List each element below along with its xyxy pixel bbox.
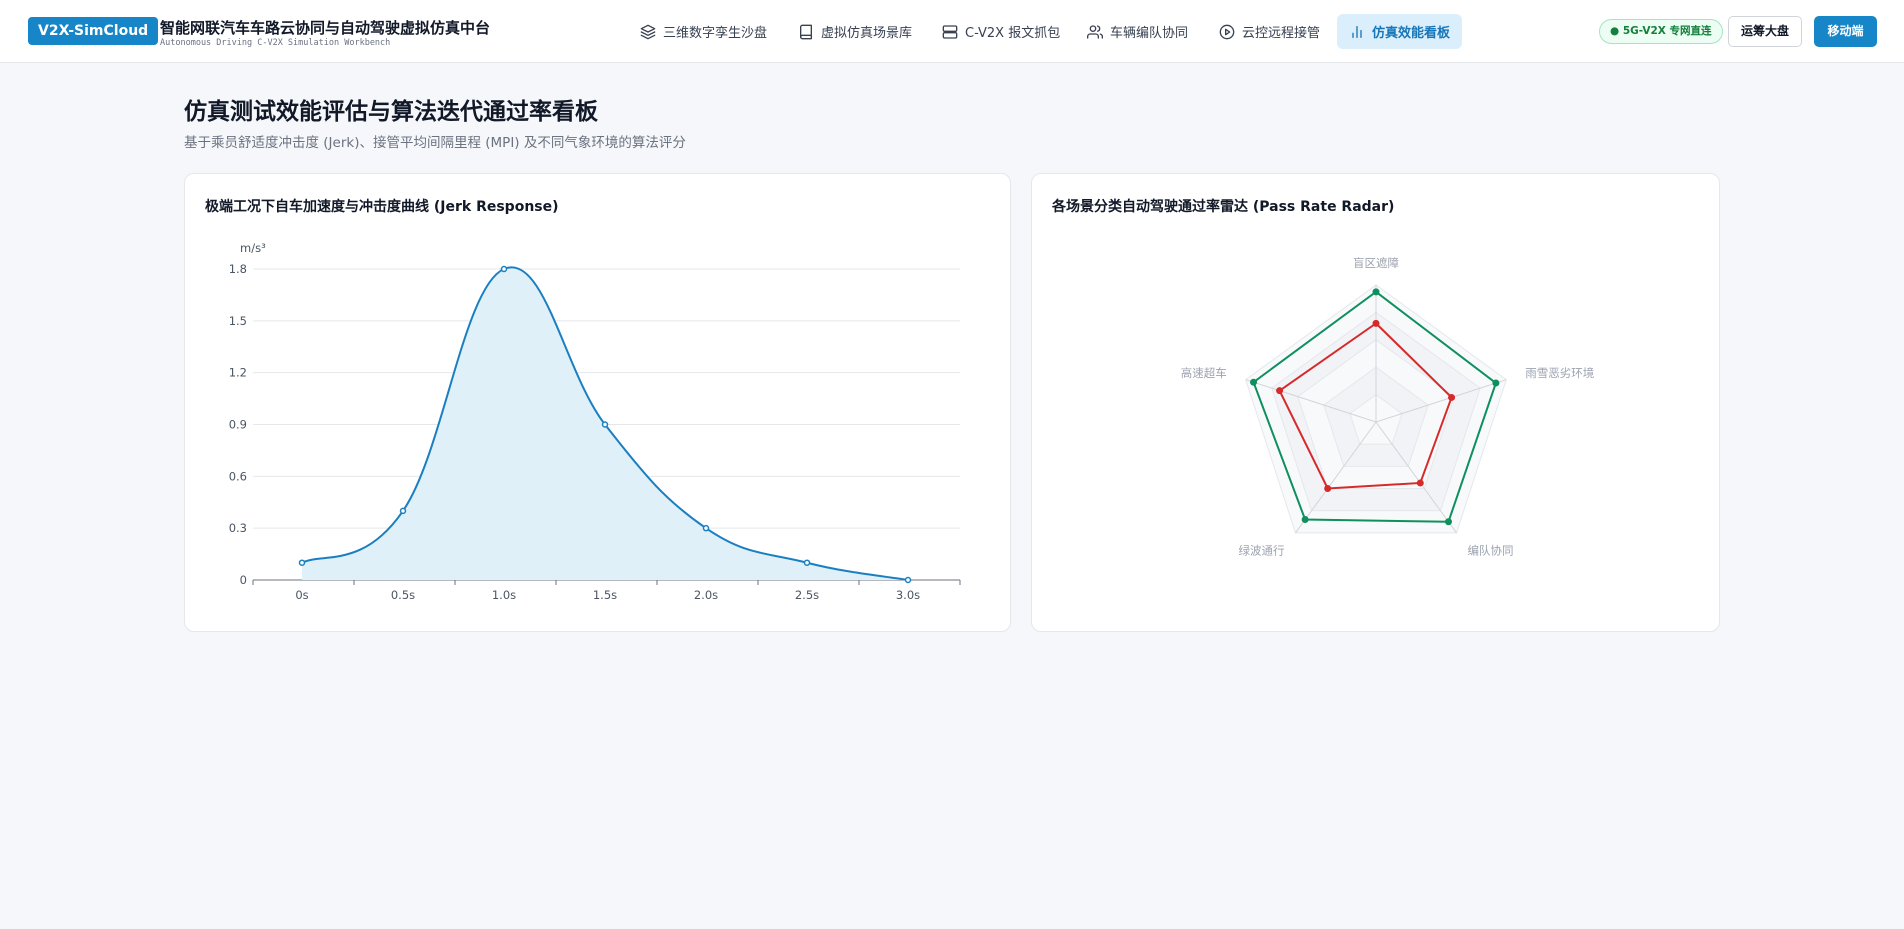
y-tick-label: 1.2 xyxy=(229,366,247,380)
radar-data-point xyxy=(1448,393,1456,401)
radar-data-point xyxy=(1444,518,1452,526)
radar-axis-label: 雨雪恶劣环境 xyxy=(1525,366,1594,380)
network-status-badge: ● 5G-V2X 专网直连 xyxy=(1599,19,1723,44)
nav-label: 三维数字孪生沙盘 xyxy=(663,26,768,41)
nav-label: 仿真效能看板 xyxy=(1372,26,1451,41)
x-tick-label: 0s xyxy=(295,588,308,602)
play-circle-icon xyxy=(1219,24,1235,39)
app-subtitle: Autonomous Driving C-V2X Simulation Work… xyxy=(160,38,391,48)
radar-axis-label: 绿波通行 xyxy=(1239,544,1285,558)
radar-chart-card: 各场景分类自动驾驶通过率雷达 (Pass Rate Radar) 盲区遮障 雨雪恶… xyxy=(1031,173,1720,632)
radar-data-point xyxy=(1492,379,1500,387)
top-navigation-bar: V2X-SimCloud 智能网联汽车车路云协同与自动驾驶虚拟仿真中台 Auto… xyxy=(0,0,1904,63)
radar-data-point xyxy=(1324,485,1332,493)
x-tick-label: 1.5s xyxy=(593,588,617,602)
x-tick-label: 0.5s xyxy=(391,588,415,602)
data-point xyxy=(399,507,407,515)
data-point xyxy=(803,559,811,566)
users-icon xyxy=(1087,24,1103,39)
page-title: 仿真测试效能评估与算法迭代通过率看板 xyxy=(184,99,598,125)
jerk-response-chart: 0 0.3 0.6 0.9 1.2 1.5 1.8 m/s³ 0s 0.5s 1.0s 1.5s 2.0… xyxy=(229,241,961,602)
y-tick-label: 0.3 xyxy=(229,521,247,535)
radar-data-point xyxy=(1250,378,1258,386)
y-tick-label: 0.9 xyxy=(229,418,247,432)
mobile-button[interactable]: 移动端 xyxy=(1814,16,1877,47)
radar-data-point xyxy=(1301,516,1309,524)
app-logo[interactable]: V2X-SimCloud xyxy=(28,17,159,45)
x-tick-label: 2.0s xyxy=(694,588,718,602)
y-tick-label: 1.8 xyxy=(229,262,247,276)
radar-axis-label: 盲区遮障 xyxy=(1353,256,1399,270)
x-tick-label: 3.0s xyxy=(896,588,920,602)
y-axis-unit: m/s³ xyxy=(240,241,266,255)
nav-label: 车辆编队协同 xyxy=(1110,26,1189,41)
nav-item-digital-twin[interactable]: 三维数字孪生沙盘 xyxy=(628,14,779,49)
layers-icon xyxy=(640,24,656,39)
nav-item-scenario-library[interactable]: 虚拟仿真场景库 xyxy=(786,14,924,49)
book-icon xyxy=(800,24,812,39)
y-tick-label: 0 xyxy=(240,573,247,587)
radar-data-point xyxy=(1372,288,1380,296)
data-point xyxy=(500,265,508,273)
nav-label: C-V2X 报文抓包 xyxy=(965,26,1061,41)
y-tick-label: 0.6 xyxy=(229,469,247,483)
data-point xyxy=(904,576,912,584)
pass-rate-radar-chart: 盲区遮障雨雪恶劣环境编队协同 绿波通行 高速超车 xyxy=(1181,256,1594,558)
nav-item-efficiency-dashboard[interactable]: 仿真效能看板 xyxy=(1337,14,1463,49)
server-icon xyxy=(942,24,958,39)
x-tick-label: 2.5s xyxy=(795,588,819,602)
nav-item-remote-takeover[interactable]: 云控远程接管 xyxy=(1207,14,1332,49)
jerk-chart-card: 极端工况下自车加速度与冲击度曲线 (Jerk Response) 0 0.3 0.6… xyxy=(184,173,1011,632)
radar-axis-label: 编队协同 xyxy=(1467,544,1513,558)
page-description: 基于乘员舒适度冲击度 (Jerk)、接管平均间隔里程 (MPI) 及不同气象环境… xyxy=(184,135,686,151)
radar-data-point xyxy=(1372,319,1380,327)
data-point xyxy=(702,524,710,532)
nav-label: 虚拟仿真场景库 xyxy=(821,26,913,41)
nav-item-packet-capture[interactable]: C-V2X 报文抓包 xyxy=(930,14,1072,49)
nav-label: 云控远程接管 xyxy=(1242,26,1321,41)
x-tick-label: 1.0s xyxy=(492,588,516,602)
bar-chart-icon xyxy=(1352,25,1362,38)
app-title: 智能网联汽车车路云协同与自动驾驶虚拟仿真中台 xyxy=(160,19,491,37)
data-point xyxy=(298,559,306,566)
y-tick-label: 1.5 xyxy=(229,314,247,328)
ops-dashboard-button[interactable]: 运筹大盘 xyxy=(1728,16,1802,47)
radar-axis-label: 高速超车 xyxy=(1181,366,1227,380)
nav-item-platooning[interactable]: 车辆编队协同 xyxy=(1075,14,1200,49)
data-point xyxy=(601,421,609,428)
radar-data-point xyxy=(1276,387,1284,395)
radar-data-point xyxy=(1416,479,1424,487)
